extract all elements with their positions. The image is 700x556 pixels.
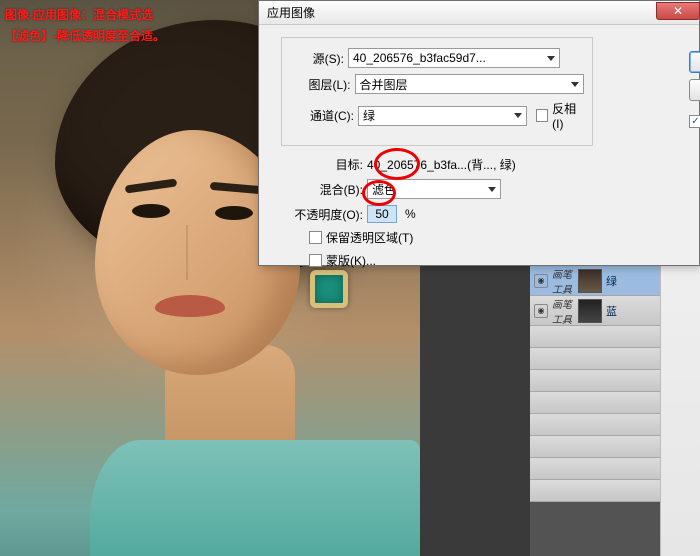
dialog-button-column: 确定 取消 ✓ 预览(P): [689, 51, 700, 130]
source-dropdown[interactable]: 40_206576_b3fac59d7...: [348, 48, 560, 68]
blend-dropdown[interactable]: 滤色: [367, 179, 501, 199]
layer-value: 合并图层: [360, 76, 408, 93]
target-label: 目标:: [281, 156, 367, 173]
chevron-down-icon: [547, 56, 555, 61]
layer-thumb: [578, 299, 602, 323]
source-label: 源(S):: [290, 50, 348, 67]
invert-label: 反相(I): [552, 100, 584, 131]
invert-checkbox[interactable]: 反相(I): [536, 100, 584, 131]
dialog-title: 应用图像: [267, 4, 315, 21]
close-button[interactable]: ✕: [656, 2, 700, 20]
checkbox-icon: ✓: [689, 115, 700, 128]
layer-dropdown[interactable]: 合并图层: [355, 74, 585, 94]
layer-thumb: [578, 269, 602, 293]
checkbox-icon: [309, 254, 322, 267]
preserve-transparency-label: 保留透明区域(T): [326, 229, 413, 246]
brush-label: 画笔工具: [552, 266, 574, 296]
mask-checkbox[interactable]: 蒙版(K)...: [309, 252, 376, 269]
layer-label: 图层(L):: [290, 76, 355, 93]
visibility-icon[interactable]: ◉: [534, 304, 548, 318]
channel-dropdown[interactable]: 绿: [358, 106, 527, 126]
layer-name: 绿: [606, 273, 617, 289]
opacity-input[interactable]: 50: [367, 205, 397, 223]
layer-row[interactable]: ◉ 画笔工具 蓝: [530, 296, 660, 326]
source-value: 40_206576_b3fac59d7...: [353, 51, 486, 65]
opacity-unit: %: [405, 207, 416, 221]
visibility-icon[interactable]: ◉: [534, 274, 548, 288]
blend-label: 混合(B):: [281, 181, 367, 198]
checkbox-icon: [536, 109, 548, 122]
layer-row[interactable]: ◉ 画笔工具 绿: [530, 266, 660, 296]
ok-button[interactable]: 确定: [689, 51, 700, 73]
layer-name: 蓝: [606, 303, 617, 319]
opacity-label: 不透明度(O):: [281, 206, 367, 223]
preview-checkbox[interactable]: ✓ 预览(P): [689, 113, 700, 130]
cancel-button[interactable]: 取消: [689, 79, 700, 101]
mask-label: 蒙版(K)...: [326, 252, 376, 269]
target-value: 40_206576_b3fa...(背..., 绿): [367, 156, 516, 173]
source-group: 源(S): 40_206576_b3fac59d7... 图层(L): 合并图层…: [281, 37, 593, 146]
chevron-down-icon: [571, 82, 579, 87]
preserve-transparency-checkbox[interactable]: 保留透明区域(T): [309, 229, 413, 246]
chevron-down-icon: [514, 113, 522, 118]
tutorial-annotation: 图像-应用图像：混合模式选 【滤色】-降低透明度至合适。: [5, 5, 165, 47]
channel-value: 绿: [363, 107, 375, 124]
checkbox-icon: [309, 231, 322, 244]
channel-label: 通道(C):: [290, 107, 358, 124]
brush-label: 画笔工具: [552, 296, 574, 326]
chevron-down-icon: [488, 187, 496, 192]
close-icon: ✕: [673, 4, 683, 18]
apply-image-dialog: 应用图像 ✕ 源(S): 40_206576_b3fac59d7... 图层(L…: [258, 0, 700, 266]
blend-value: 滤色: [372, 181, 396, 198]
dialog-titlebar[interactable]: 应用图像 ✕: [259, 1, 699, 25]
